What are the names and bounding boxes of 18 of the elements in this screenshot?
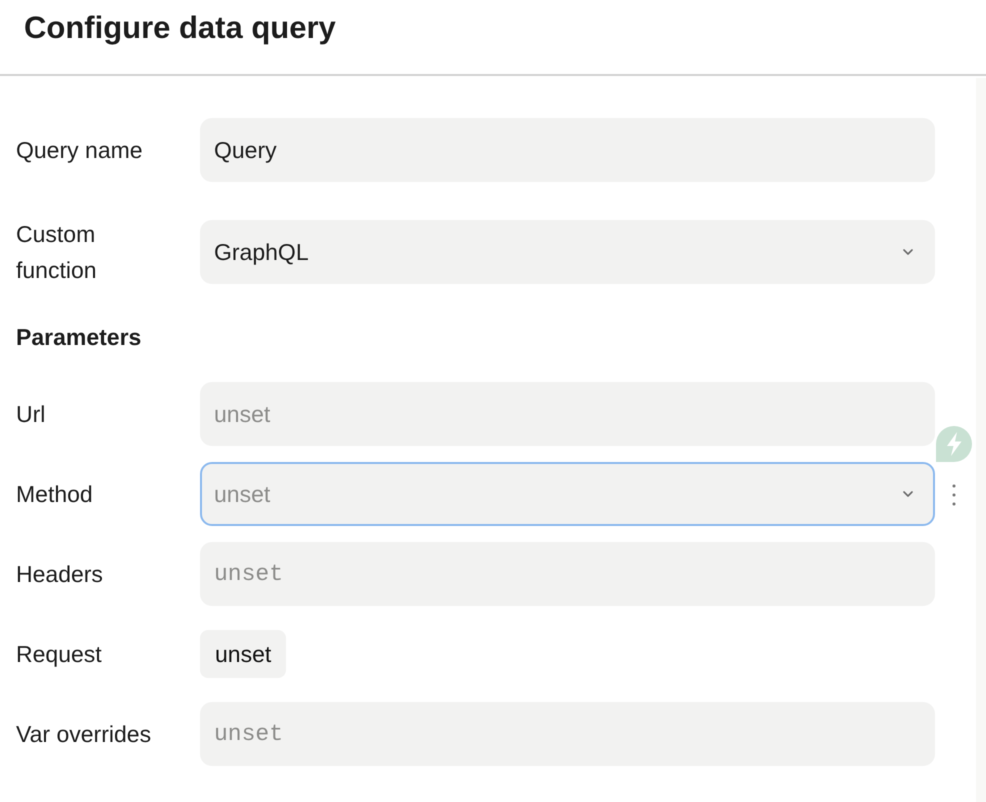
more-options-icon[interactable] xyxy=(952,484,956,506)
field-label: Headers xyxy=(16,560,103,589)
field-label: Query name xyxy=(16,136,143,165)
field-label: Url xyxy=(16,400,46,429)
code-input[interactable]: unset xyxy=(200,702,935,766)
code-input[interactable]: unset xyxy=(200,542,935,606)
field-label: Request xyxy=(16,640,102,669)
field-label: Var overrides xyxy=(16,720,152,749)
section-heading: Parameters xyxy=(16,323,142,351)
chevron-down-icon xyxy=(903,249,913,255)
dropdown[interactable]: GraphQL xyxy=(200,220,935,284)
chevron-down-icon xyxy=(903,491,913,497)
field-label: Method xyxy=(16,480,93,509)
text-input[interactable]: Query xyxy=(200,118,935,182)
text-input[interactable]: unset xyxy=(200,382,935,446)
field-label: Custom function xyxy=(16,220,98,285)
panel-title: Configure data query xyxy=(24,9,336,47)
value-button[interactable]: unset xyxy=(200,630,286,678)
